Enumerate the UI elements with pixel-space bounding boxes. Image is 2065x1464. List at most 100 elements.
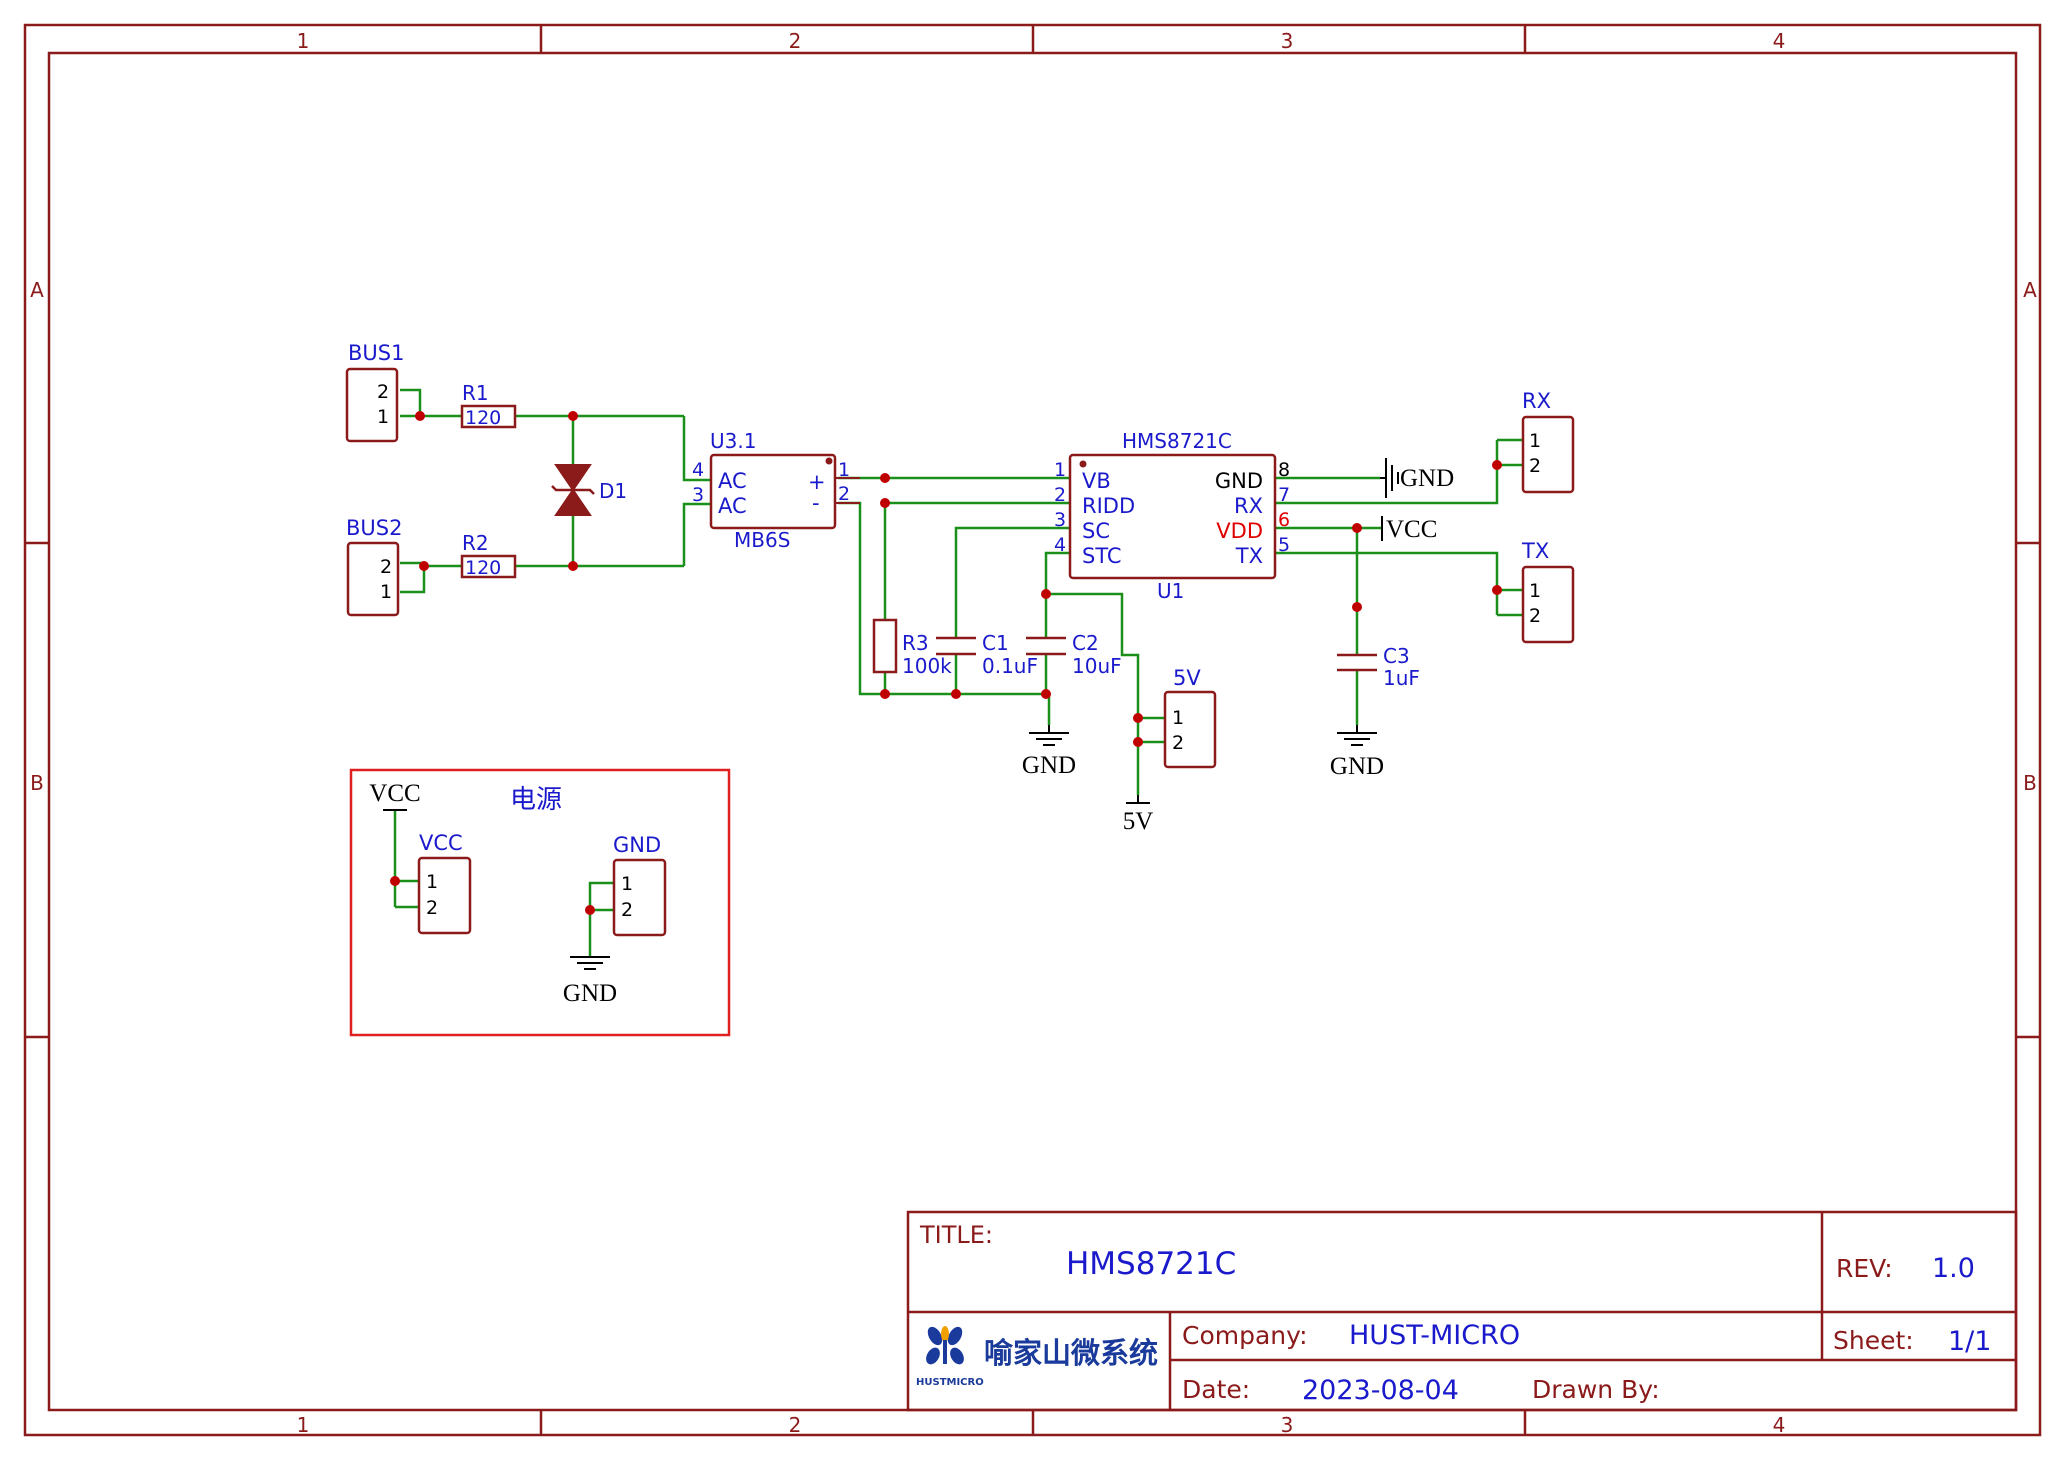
u1-pin-name: STC <box>1082 544 1122 568</box>
row-label-right: B <box>2023 771 2037 795</box>
u3-pin-name: AC <box>718 494 747 518</box>
bridge-rectifier-u3[interactable]: U3.1 MB6S 4 3 AC AC + - 1 2 <box>692 429 860 552</box>
u1-pin-num: 3 <box>1054 509 1066 531</box>
title-value: HMS8721C <box>1066 1246 1236 1282</box>
c3-value: 1uF <box>1383 666 1420 690</box>
u1-ref: U1 <box>1157 579 1184 603</box>
gnd-conn-pin: 1 <box>621 873 633 895</box>
5v-conn-ref: 5V <box>1173 666 1201 690</box>
power-section-box: 电源 <box>349 768 731 1037</box>
u1-pin-num: 7 <box>1278 484 1290 506</box>
rev-label: REV: <box>1836 1254 1893 1283</box>
bus1-ref: BUS1 <box>348 341 404 365</box>
connector-tx[interactable]: TX 1 2 <box>1521 539 1575 644</box>
u1-pin-num: 1 <box>1054 459 1066 481</box>
junction-dot <box>1041 589 1051 599</box>
u3-pin-num: 4 <box>692 459 704 481</box>
company-value: HUST-MICRO <box>1349 1320 1520 1351</box>
c1-value: 0.1uF <box>982 654 1038 678</box>
5v-conn-pin: 1 <box>1172 707 1184 729</box>
date-label: Date: <box>1182 1375 1250 1404</box>
power-section-title: 电源 <box>510 785 562 815</box>
u1-pin-name: RX <box>1234 494 1263 518</box>
u1-pin-name: TX <box>1235 544 1263 568</box>
junction-dot <box>1352 523 1362 533</box>
r3-value: 100k <box>902 654 952 678</box>
junction-dot <box>1492 585 1502 595</box>
bus2-pin: 2 <box>380 556 392 578</box>
ic-u1-hms8721c[interactable]: HMS8721C U1 1 2 3 4 VB RIDD SC STC GND R… <box>1054 429 1290 603</box>
u3-pin-num: 1 <box>838 459 850 481</box>
rx-ref: RX <box>1522 389 1551 413</box>
gnd-symbol: GND <box>563 956 617 1007</box>
rx-pin: 1 <box>1529 430 1541 452</box>
vcc-conn-pin: 1 <box>426 871 438 893</box>
drawn-by-label: Drawn By: <box>1532 1375 1660 1404</box>
resistor-r1[interactable]: R1 120 <box>460 381 517 429</box>
tx-ref: TX <box>1521 539 1549 563</box>
junction-dot <box>1352 602 1362 612</box>
bus1-pin: 1 <box>377 406 389 428</box>
u1-pin-num: 8 <box>1278 459 1290 481</box>
col-label-top: 1 <box>297 29 310 53</box>
connector-bus2[interactable]: BUS2 2 1 <box>346 516 402 617</box>
u1-pin-num: 2 <box>1054 484 1066 506</box>
u1-pin-num: 5 <box>1278 534 1290 556</box>
u1-pin-name: SC <box>1082 519 1110 543</box>
u3-pin-name: AC <box>718 469 747 493</box>
connector-gnd[interactable]: GND 1 2 <box>612 833 667 937</box>
r3-ref: R3 <box>902 631 929 655</box>
logo-mark-icon <box>926 1326 964 1365</box>
r2-ref: R2 <box>462 531 489 555</box>
vcc-conn-ref: VCC <box>419 831 463 855</box>
gnd-label: GND <box>563 980 617 1007</box>
connector-vcc[interactable]: VCC 1 2 <box>417 831 472 935</box>
schematic-sheet: 1 2 3 4 1 2 3 4 A B A B BUS1 2 1 BUS2 2 … <box>0 0 2065 1459</box>
company-label: Company: <box>1182 1321 1308 1350</box>
outer-border <box>23 23 2042 1437</box>
capacitor-c2[interactable]: C2 10uF <box>1026 631 1122 678</box>
gnd-label: GND <box>1022 752 1076 779</box>
row-label-left: B <box>30 771 44 795</box>
gnd-label: GND <box>1400 465 1454 492</box>
resistor-r3[interactable]: R3 100k <box>872 618 952 678</box>
bus1-pin: 2 <box>377 381 389 403</box>
tx-pin: 2 <box>1529 605 1541 627</box>
junction-dot <box>390 876 400 886</box>
gnd-symbol: GND <box>1330 725 1384 780</box>
tvs-diode-d1[interactable]: D1 <box>551 464 627 516</box>
vcc-symbol: VCC <box>1381 516 1437 543</box>
junction-dot <box>880 689 890 699</box>
gnd-symbol: GND <box>1022 725 1076 779</box>
junction-dot <box>568 561 578 571</box>
u3-pin-name: - <box>812 491 820 515</box>
gnd-conn-ref: GND <box>613 833 661 857</box>
col-label-bottom: 4 <box>1773 1413 1786 1437</box>
r1-value: 120 <box>465 407 501 429</box>
col-label-bottom: 3 <box>1281 1413 1294 1437</box>
connector-bus1[interactable]: BUS1 2 1 <box>345 341 404 443</box>
junction-dot <box>585 905 595 915</box>
junction-dot <box>568 411 578 421</box>
u1-pin-name: VDD <box>1216 519 1263 543</box>
schematic-canvas: 1 2 3 4 1 2 3 4 A B A B BUS1 2 1 BUS2 2 … <box>23 23 2042 1437</box>
resistor-r2[interactable]: R2 120 <box>460 531 517 579</box>
u1-value: HMS8721C <box>1122 429 1232 453</box>
junction-dot <box>1133 737 1143 747</box>
u3-pin-num: 3 <box>692 484 704 506</box>
u3-ref: U3.1 <box>710 429 756 453</box>
rev-value: 1.0 <box>1932 1253 1975 1284</box>
sheet-value: 1/1 <box>1948 1326 1991 1357</box>
connector-5v[interactable]: 5V 1 2 <box>1163 666 1217 769</box>
col-label-bottom: 1 <box>297 1413 310 1437</box>
r2-value: 120 <box>465 557 501 579</box>
vcc-symbol: VCC <box>369 780 421 811</box>
capacitor-c3[interactable]: C3 1uF <box>1337 644 1420 690</box>
connector-rx[interactable]: RX 1 2 <box>1521 389 1575 494</box>
vcc-label: VCC <box>1386 516 1437 543</box>
sheet-label: Sheet: <box>1833 1326 1914 1355</box>
tx-pin: 1 <box>1529 580 1541 602</box>
inner-border <box>47 51 2018 1412</box>
junction-dot <box>1041 689 1051 699</box>
row-label-right: A <box>2023 278 2037 302</box>
